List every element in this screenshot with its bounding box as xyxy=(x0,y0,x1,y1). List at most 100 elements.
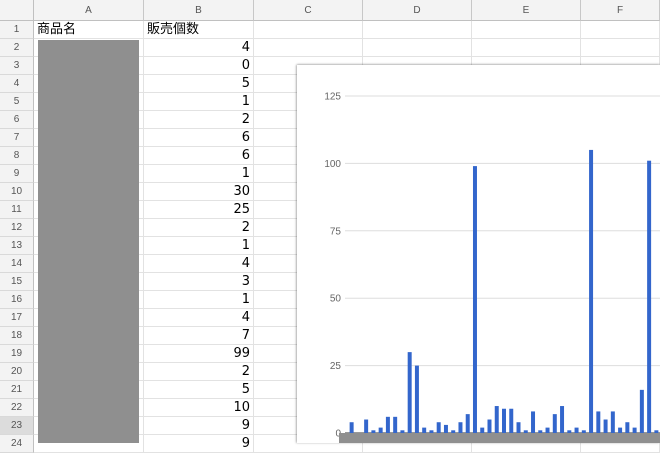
chart-bar[interactable] xyxy=(618,427,623,433)
row-header[interactable]: 24 xyxy=(0,435,34,453)
chart-bar[interactable] xyxy=(589,149,594,434)
chart-bar[interactable] xyxy=(443,424,448,433)
column-header-e[interactable]: E xyxy=(472,0,581,21)
chart-bar[interactable] xyxy=(639,389,644,433)
cell-b[interactable]: 1 xyxy=(144,291,254,309)
row-header[interactable]: 23 xyxy=(0,417,34,435)
row-header[interactable]: 9 xyxy=(0,165,34,183)
column-header-c[interactable]: C xyxy=(254,0,363,21)
chart-bar[interactable] xyxy=(429,430,434,433)
column-header-b[interactable]: B xyxy=(144,0,254,21)
row-header[interactable]: 12 xyxy=(0,219,34,237)
row-header[interactable]: 15 xyxy=(0,273,34,291)
chart-bar[interactable] xyxy=(451,430,456,433)
chart-bar[interactable] xyxy=(610,411,615,433)
select-all-corner[interactable] xyxy=(0,0,34,21)
cell-d[interactable] xyxy=(363,21,472,39)
cell-c[interactable] xyxy=(254,21,363,39)
chart-bar[interactable] xyxy=(458,422,463,433)
chart-bar[interactable] xyxy=(531,411,536,433)
cell-b[interactable]: 0 xyxy=(144,57,254,75)
cell-e[interactable] xyxy=(472,21,581,39)
embedded-chart[interactable]: 0 25 50 75 100 125 xyxy=(297,65,660,443)
chart-bar[interactable] xyxy=(414,365,419,433)
cell-b[interactable]: 30 xyxy=(144,183,254,201)
chart-bar[interactable] xyxy=(393,416,398,433)
cell-b[interactable]: 4 xyxy=(144,309,254,327)
row-header[interactable]: 1 xyxy=(0,21,34,39)
chart-bar[interactable] xyxy=(349,422,354,433)
row-header[interactable]: 14 xyxy=(0,255,34,273)
column-header-a[interactable]: A xyxy=(34,0,144,21)
cell-b[interactable]: 9 xyxy=(144,435,254,453)
chart-bar[interactable] xyxy=(422,427,427,433)
chart-bar[interactable] xyxy=(465,414,470,433)
row-header[interactable]: 17 xyxy=(0,309,34,327)
cell-f[interactable] xyxy=(581,21,660,39)
chart-bar[interactable] xyxy=(487,419,492,433)
chart-bar[interactable] xyxy=(560,406,565,433)
chart-bar[interactable] xyxy=(436,422,441,433)
cell-b[interactable]: 5 xyxy=(144,381,254,399)
column-header-d[interactable]: D xyxy=(363,0,472,21)
cell-b[interactable]: 1 xyxy=(144,165,254,183)
cell-b[interactable]: 3 xyxy=(144,273,254,291)
row-header[interactable]: 6 xyxy=(0,111,34,129)
chart-bar[interactable] xyxy=(647,160,652,433)
chart-bar[interactable] xyxy=(538,430,543,433)
chart-bar[interactable] xyxy=(581,430,586,433)
cell-b[interactable]: 6 xyxy=(144,129,254,147)
chart-bar[interactable] xyxy=(632,427,637,433)
row-header[interactable]: 4 xyxy=(0,75,34,93)
cell-b[interactable]: 9 xyxy=(144,417,254,435)
chart-bar[interactable] xyxy=(574,427,579,433)
chart-bar[interactable] xyxy=(552,414,557,433)
row-header[interactable]: 2 xyxy=(0,39,34,57)
chart-bar[interactable] xyxy=(625,422,630,433)
chart-bar[interactable] xyxy=(603,419,608,433)
row-header[interactable]: 19 xyxy=(0,345,34,363)
chart-bar[interactable] xyxy=(523,430,528,433)
chart-bar[interactable] xyxy=(654,430,659,433)
chart-bar[interactable] xyxy=(596,411,601,433)
row-header[interactable]: 20 xyxy=(0,363,34,381)
chart-bar[interactable] xyxy=(371,430,376,433)
chart-bar[interactable] xyxy=(364,419,369,433)
row-header[interactable]: 11 xyxy=(0,201,34,219)
cell-e[interactable] xyxy=(472,39,581,57)
cell-b[interactable]: 7 xyxy=(144,327,254,345)
cell-b[interactable]: 4 xyxy=(144,255,254,273)
chart-bar[interactable] xyxy=(400,430,405,433)
cell-b[interactable]: 6 xyxy=(144,147,254,165)
row-header[interactable]: 16 xyxy=(0,291,34,309)
cell-f[interactable] xyxy=(581,39,660,57)
chart-bar[interactable] xyxy=(480,427,485,433)
chart-bar[interactable] xyxy=(509,408,514,433)
cell-b[interactable]: 4 xyxy=(144,39,254,57)
cell-c[interactable] xyxy=(254,39,363,57)
chart-bar[interactable] xyxy=(385,416,390,433)
row-header[interactable]: 10 xyxy=(0,183,34,201)
cell-b[interactable]: 5 xyxy=(144,75,254,93)
row-header[interactable]: 8 xyxy=(0,147,34,165)
cell-b[interactable]: 99 xyxy=(144,345,254,363)
chart-bar[interactable] xyxy=(378,427,383,433)
row-header[interactable]: 5 xyxy=(0,93,34,111)
cell-b[interactable]: 販売個数 xyxy=(144,21,254,39)
row-header[interactable]: 18 xyxy=(0,327,34,345)
cell-b[interactable]: 2 xyxy=(144,219,254,237)
chart-bar[interactable] xyxy=(407,352,412,433)
cell-b[interactable]: 2 xyxy=(144,111,254,129)
chart-bar[interactable] xyxy=(472,166,477,433)
cell-b[interactable]: 1 xyxy=(144,237,254,255)
column-header-f[interactable]: F xyxy=(581,0,660,21)
cell-a[interactable]: 商品名 xyxy=(34,21,144,39)
cell-b[interactable]: 1 xyxy=(144,93,254,111)
cell-d[interactable] xyxy=(363,39,472,57)
cell-b[interactable]: 25 xyxy=(144,201,254,219)
chart-bar[interactable] xyxy=(567,430,572,433)
chart-bar[interactable] xyxy=(516,422,521,433)
chart-bar[interactable] xyxy=(545,427,550,433)
chart-bar[interactable] xyxy=(502,408,506,433)
chart-bar[interactable] xyxy=(494,406,499,433)
